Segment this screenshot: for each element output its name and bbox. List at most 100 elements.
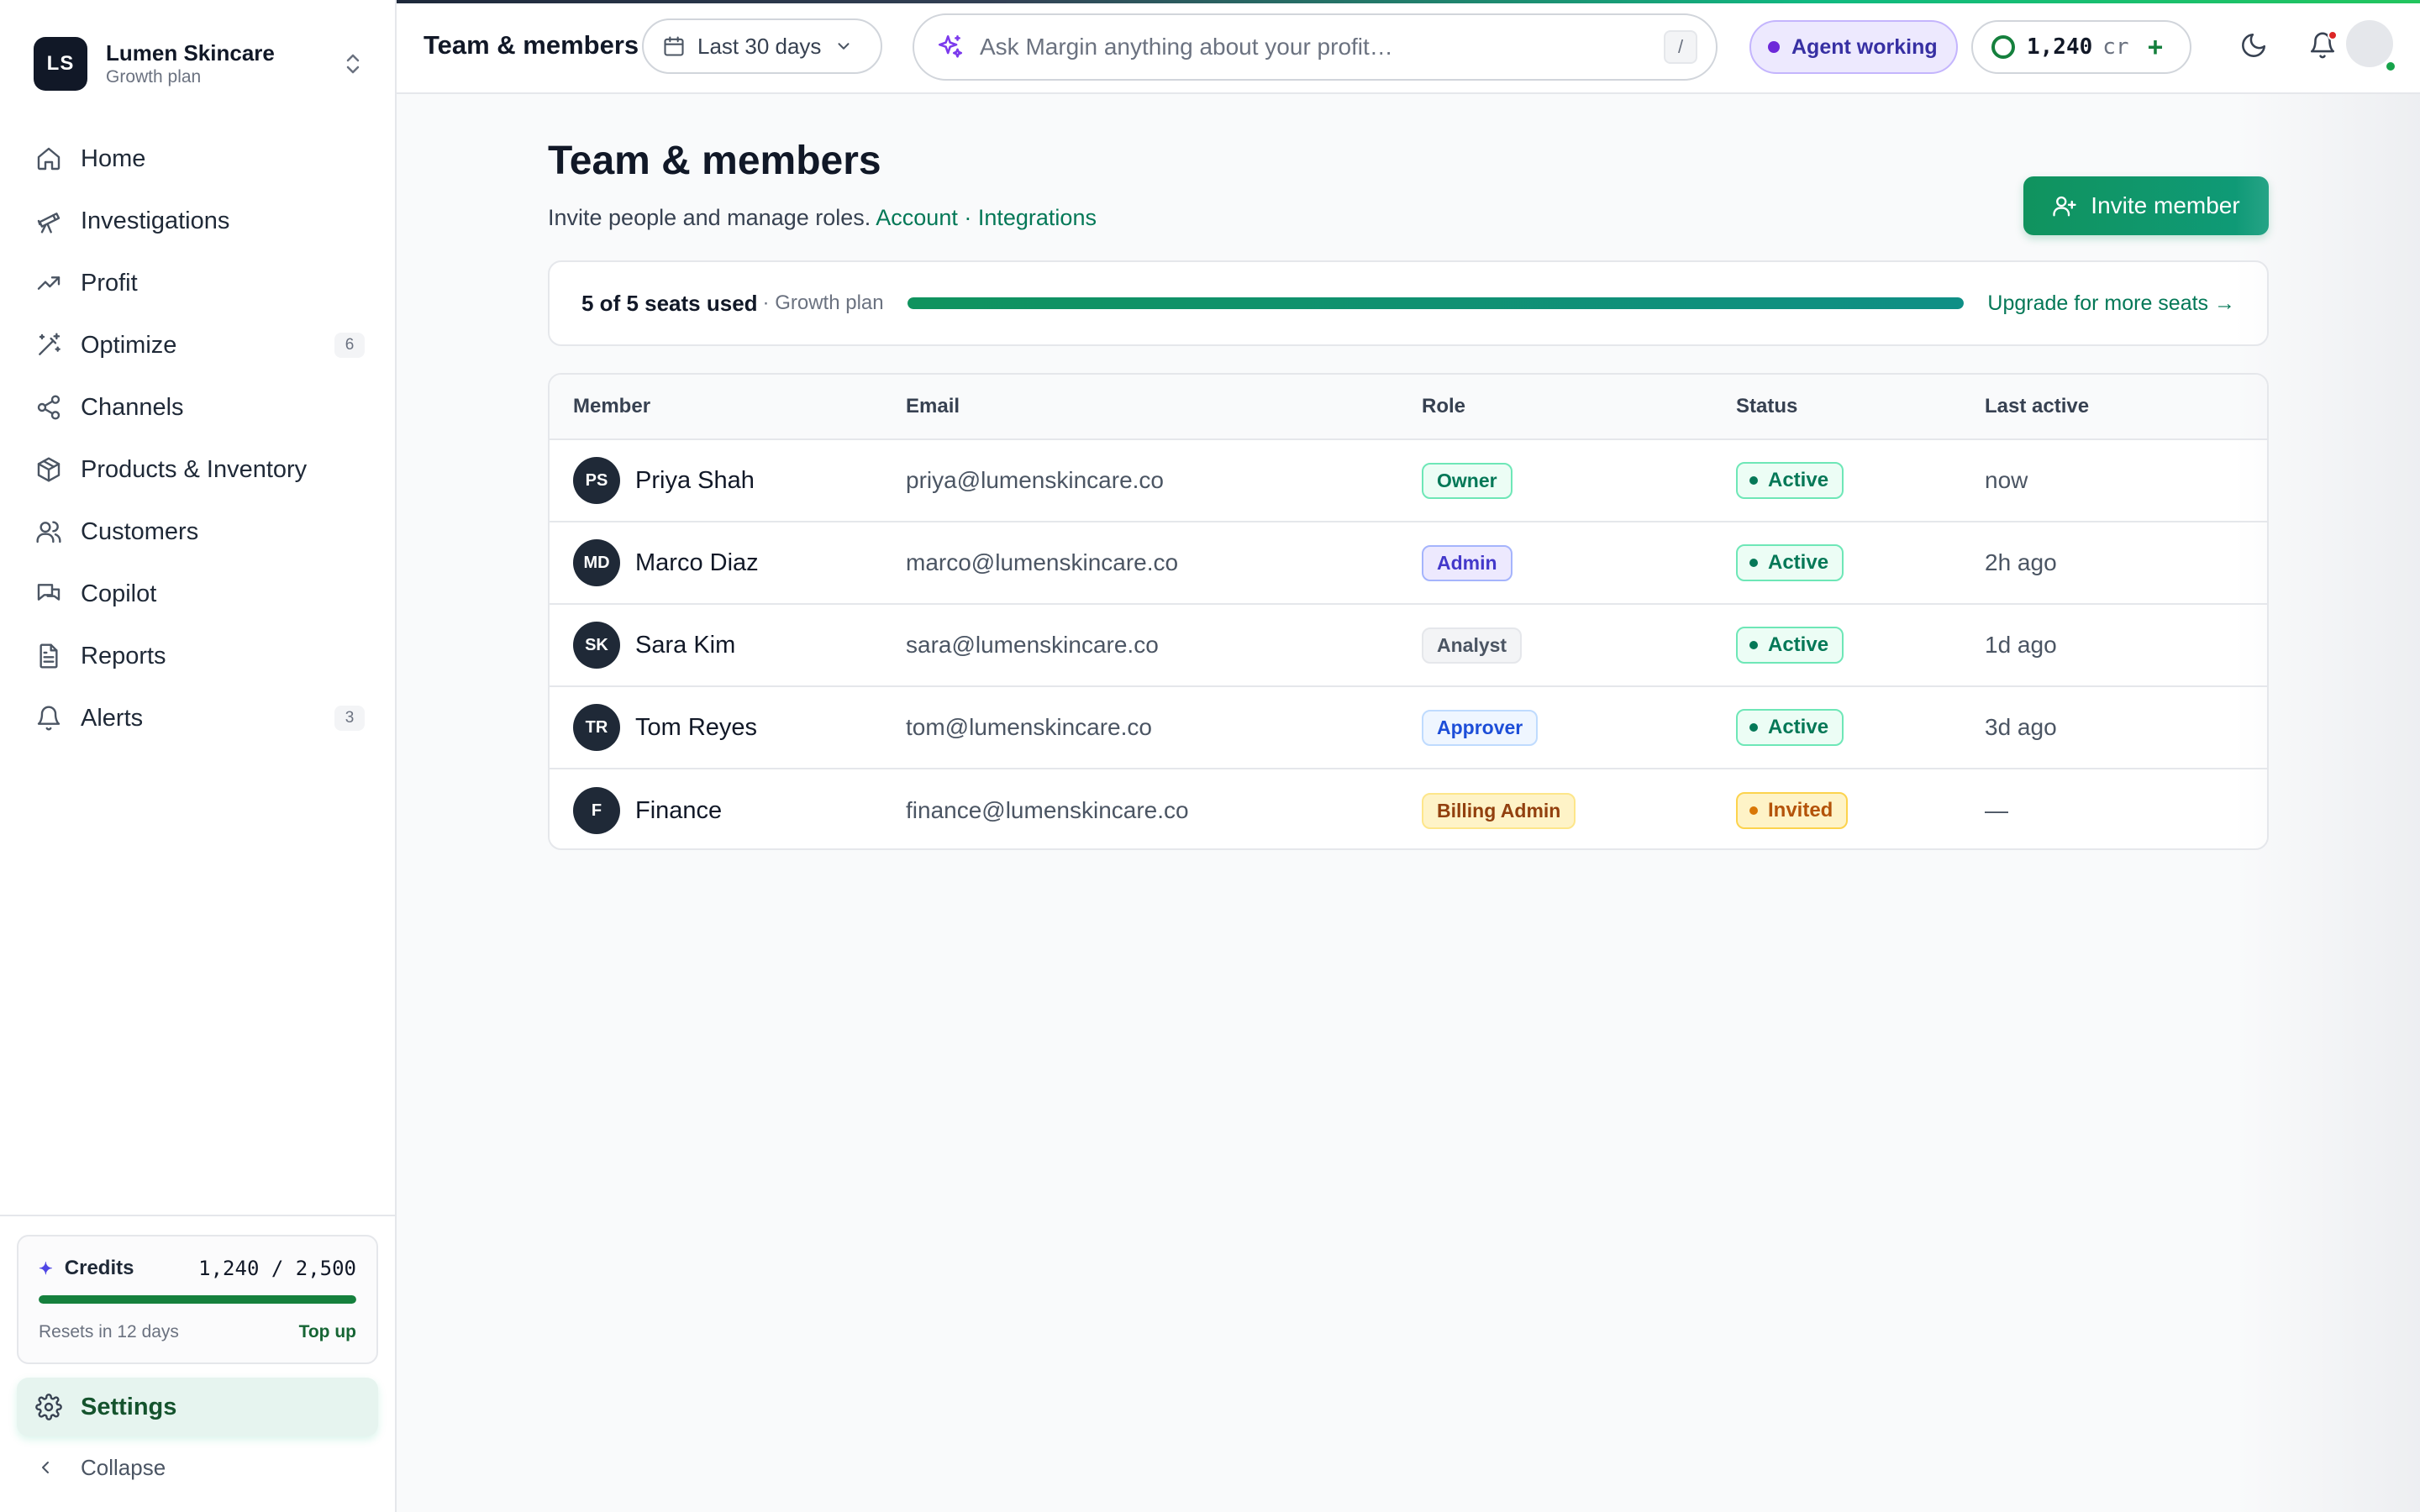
sidebar-item-label: Settings [81,1393,177,1420]
avatar: PS [573,457,620,504]
sidebar-item-alerts[interactable]: Alerts 3 [17,687,380,749]
chevron-left-icon [35,1457,62,1478]
table-row[interactable]: PS Priya Shah priya@lumenskincare.co Own… [550,440,2267,522]
agent-status-dot [1768,41,1780,53]
invite-member-label: Invite member [2091,192,2240,218]
sidebar-item-label: Investigations [81,207,230,234]
sidebar-nav: Home Investigations Profit Optimize 6 Ch… [17,128,380,749]
credits-balance: 1,240 [2027,34,2093,60]
document-icon [32,639,66,673]
sidebar-item-optimize[interactable]: Optimize 6 [17,314,380,376]
status-dot [1749,641,1758,649]
status-badge: Active [1736,544,1844,581]
role-badge[interactable]: Admin [1422,544,1512,581]
invite-member-button[interactable]: Invite member [2023,176,2269,235]
role-cell: Billing Admin [1422,792,1736,829]
credits-unit: cr [2102,34,2129,60]
member-cell: F Finance [550,787,906,834]
status-cell: Invited [1736,792,1985,829]
user-avatar[interactable] [2346,20,2396,72]
role-badge[interactable]: Owner [1422,462,1512,499]
status-label: Active [1768,633,1829,656]
gear-icon [32,1390,66,1424]
sidebar-item-products-inventory[interactable]: Products & Inventory [17,438,380,501]
sidebar-item-investigations[interactable]: Investigations [17,190,380,252]
chevrons-up-down-icon[interactable] [339,47,366,81]
status-cell: Active [1736,709,1985,746]
top-up-link[interactable]: Top up [299,1322,356,1342]
sidebar-item-settings[interactable]: Settings [17,1378,378,1436]
collapse-label: Collapse [81,1454,166,1480]
sidebar-item-label: Optimize [81,331,177,359]
member-email: sara@lumenskincare.co [906,632,1159,658]
sidebar-item-label: Channels [81,393,184,421]
sparkle-icon: ✦ [39,1259,53,1278]
sidebar-item-channels[interactable]: Channels [17,376,380,438]
credits-progress-bar [39,1295,356,1304]
sidebar-item-home[interactable]: Home [17,128,380,190]
seats-usage-card: 5 of 5 seats used · Growth plan Upgrade … [548,260,2269,346]
account-link[interactable]: Account [876,205,958,230]
role-badge[interactable]: Analyst [1422,627,1523,664]
count-badge: 6 [334,333,365,358]
sidebar-item-copilot[interactable]: Copilot [17,563,380,625]
table-row[interactable]: TR Tom Reyes tom@lumenskincare.co Approv… [550,687,2267,769]
agent-status-pill[interactable]: Agent working [1749,20,1958,74]
member-name: Tom Reyes [635,713,758,741]
column-header-member: Member [573,395,651,417]
ask-bar[interactable]: / [913,13,1718,81]
table-row[interactable]: SK Sara Kim sara@lumenskincare.co Analys… [550,605,2267,687]
add-credits-icon[interactable]: + [2148,32,2164,63]
org-logo: LS [34,37,87,91]
table-row[interactable]: MD Marco Diaz marco@lumenskincare.co Adm… [550,522,2267,605]
calendar-icon [662,34,686,58]
status-dot [1749,476,1758,485]
seats-used-text: 5 of 5 seats used [581,290,758,316]
users-icon [32,515,66,549]
sidebar-item-label: Customers [81,517,199,545]
notifications-button[interactable] [2301,25,2344,69]
status-dot [1749,559,1758,567]
credits-label-text: Credits [64,1257,134,1279]
status-label: Active [1768,716,1829,738]
column-header-last-active: Last active [1985,395,2090,417]
moon-icon [2239,31,2268,64]
seats-progress-bar [907,297,1965,309]
role-cell: Approver [1422,709,1736,746]
sidebar-item-label: Products & Inventory [81,455,308,483]
date-range-label: Last 30 days [697,33,822,59]
credits-label: ✦ Credits [39,1257,134,1280]
table-row[interactable]: F Finance finance@lumenskincare.co Billi… [550,769,2267,848]
collapse-sidebar-button[interactable]: Collapse [17,1438,378,1497]
status-badge: Active [1736,462,1844,499]
topbar: Team & members Last 30 days / Agent work… [397,0,2420,94]
chevron-down-icon [834,37,853,55]
sidebar: LS Lumen Skincare Growth plan Home Inves… [0,0,397,1512]
column-header-role: Role [1422,395,1466,417]
integrations-link[interactable]: Integrations [978,205,1097,230]
online-indicator [2385,60,2396,72]
member-email: marco@lumenskincare.co [906,549,1179,575]
count-badge: 3 [334,706,365,731]
member-cell: PS Priya Shah [550,457,906,504]
role-cell: Admin [1422,544,1736,581]
org-switcher[interactable]: LS Lumen Skincare Growth plan [34,34,366,94]
sidebar-item-label: Home [81,144,146,172]
role-badge[interactable]: Billing Admin [1422,792,1576,829]
member-email: priya@lumenskincare.co [906,467,1164,493]
sidebar-item-customers[interactable]: Customers [17,501,380,563]
ask-input[interactable] [980,34,1664,60]
role-badge[interactable]: Approver [1422,709,1539,746]
sidebar-item-profit[interactable]: Profit [17,252,380,314]
sidebar-item-reports[interactable]: Reports [17,625,380,687]
telescope-icon [32,204,66,238]
status-dot [1749,806,1758,815]
date-range-dropdown[interactable]: Last 30 days [642,18,882,74]
credits-pill[interactable]: 1,240 cr + [1971,20,2191,74]
upgrade-seats-link[interactable]: Upgrade for more seats → [1987,291,2235,316]
theme-toggle-button[interactable] [2232,25,2275,69]
role-cell: Analyst [1422,627,1736,664]
page-title: Team & members [548,139,881,183]
status-badge: Invited [1736,792,1849,829]
status-badge: Active [1736,709,1844,746]
